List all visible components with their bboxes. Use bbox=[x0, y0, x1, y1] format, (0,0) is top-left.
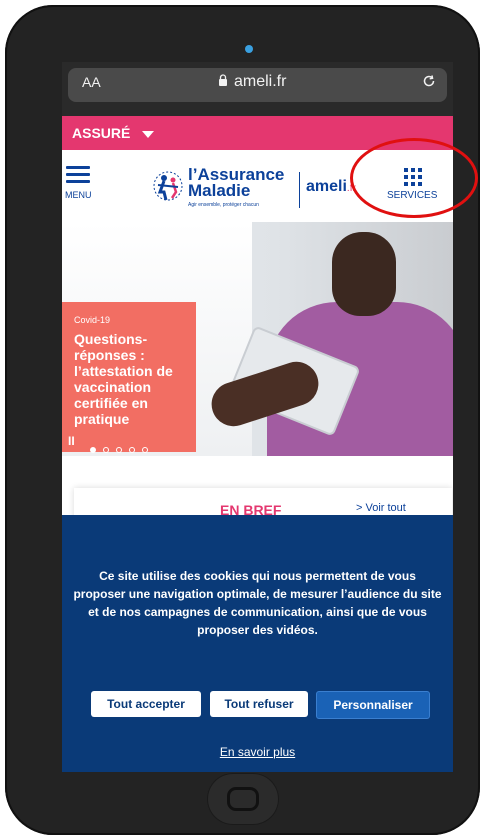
covid-title: Questions-réponses : l’attestation de va… bbox=[74, 331, 173, 427]
carousel-dot[interactable] bbox=[116, 447, 122, 453]
reload-icon[interactable] bbox=[421, 73, 437, 94]
highlight-circle bbox=[350, 138, 478, 218]
covid-tag: Covid-19 bbox=[74, 315, 111, 325]
url-field[interactable]: AA ameli.fr bbox=[68, 68, 447, 102]
caret-down-icon bbox=[142, 131, 154, 138]
hero-carousel[interactable]: Covid-19 Questions-réponses : l’attestat… bbox=[62, 222, 453, 456]
ameli-logo[interactable]: ameli.fr bbox=[306, 178, 356, 196]
carousel-dots bbox=[90, 440, 155, 456]
covid-news-card[interactable]: Covid-19 Questions-réponses : l’attestat… bbox=[62, 302, 196, 452]
carousel-dot[interactable] bbox=[103, 447, 109, 453]
learn-more-link[interactable]: En savoir plus bbox=[62, 745, 453, 759]
assure-label: ASSURÉ bbox=[72, 125, 131, 141]
logo-tagline: Agir ensemble, protéger chacun bbox=[188, 202, 259, 208]
logo-text[interactable]: l’Assurance Maladie bbox=[188, 166, 284, 200]
menu-label[interactable]: MENU bbox=[65, 190, 92, 200]
home-button[interactable] bbox=[207, 773, 279, 825]
refuse-all-button[interactable]: Tout refuser bbox=[210, 691, 308, 717]
carousel-dot[interactable] bbox=[142, 447, 148, 453]
logo-line-2: Maladie bbox=[188, 181, 251, 200]
voir-tout-link[interactable]: > Voir tout bbox=[356, 502, 406, 514]
home-button-inner bbox=[227, 787, 259, 811]
assurance-maladie-logo-icon[interactable] bbox=[152, 170, 184, 211]
front-camera bbox=[245, 45, 253, 53]
accept-all-button[interactable]: Tout accepter bbox=[91, 691, 201, 717]
header-divider bbox=[299, 172, 300, 208]
carousel-dot[interactable] bbox=[129, 447, 135, 453]
lock-icon bbox=[218, 73, 228, 91]
text-size-button[interactable]: AA bbox=[82, 74, 101, 90]
customize-button[interactable]: Personnaliser bbox=[316, 691, 430, 719]
browser-url-bar: AA ameli.fr bbox=[62, 62, 453, 116]
ameli-text: ameli bbox=[306, 178, 347, 195]
pause-icon[interactable]: II bbox=[68, 434, 75, 448]
hero-photo-head bbox=[332, 232, 396, 316]
cookie-message: Ce site utilise des cookies qui nous per… bbox=[73, 569, 442, 637]
carousel-dot[interactable] bbox=[90, 447, 96, 453]
url-display[interactable]: ameli.fr bbox=[218, 73, 286, 91]
hamburger-menu-icon[interactable] bbox=[66, 166, 90, 187]
phone-frame: AA ameli.fr ASSURÉ MENU l’Assurance Mala… bbox=[5, 5, 480, 835]
cookie-banner: Ce site utilise des cookies qui nous per… bbox=[62, 515, 453, 772]
url-text: ameli.fr bbox=[234, 73, 287, 91]
